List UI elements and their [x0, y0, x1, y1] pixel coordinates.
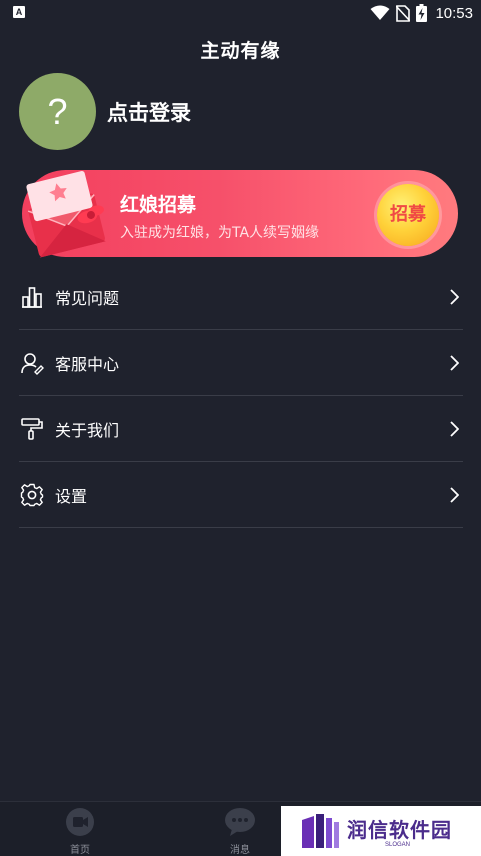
battery-charging-icon [416, 4, 428, 22]
login-link[interactable]: 点击登录 [107, 97, 191, 127]
nav-label: 首页 [70, 845, 90, 856]
menu-label: 常见问题 [55, 288, 120, 308]
matchmaker-recruit-banner[interactable]: 红娘招募 入驻成为红娘，为TA人续写姻缘 招募 [22, 170, 458, 258]
watermark: 润信软件园 SLOGAN [281, 806, 481, 856]
avatar[interactable]: ? [19, 73, 96, 150]
bar-chart-icon [22, 286, 42, 308]
nav-tab-home[interactable]: 首页 [50, 807, 110, 856]
chat-icon [225, 808, 255, 836]
app-notification-icon: A [13, 6, 25, 18]
menu-label: 客服中心 [55, 354, 120, 374]
chevron-right-icon [450, 354, 459, 371]
watermark-slogan: SLOGAN [385, 842, 411, 848]
chevron-right-icon [450, 486, 459, 503]
page-title: 主动有缘 [200, 40, 281, 62]
banner-title: 红娘招募 [120, 194, 197, 216]
watermark-text: 润信软件园 [347, 818, 452, 842]
wifi-icon [370, 5, 390, 20]
menu-item-faq[interactable]: 常见问题 [19, 264, 463, 330]
clock: 10:53 [435, 4, 473, 22]
menu-label: 设置 [55, 486, 88, 506]
nav-tab-messages[interactable]: 消息 [210, 807, 270, 856]
banner-subtitle: 入驻成为红娘，为TA人续写姻缘 [120, 225, 320, 241]
chevron-right-icon [450, 420, 459, 437]
status-bar: A 10:53 [0, 0, 481, 28]
menu-item-about-us[interactable]: 关于我们 [19, 396, 463, 462]
user-service-icon [21, 352, 44, 375]
video-icon [66, 808, 94, 836]
menu-item-settings[interactable]: 设置 [19, 462, 463, 528]
gift-envelope-icon [26, 170, 106, 258]
no-sim-icon [396, 4, 411, 22]
nav-label: 消息 [230, 845, 250, 856]
settings-menu: 常见问题 客服中心 关于我们 设置 [19, 264, 463, 528]
logo-icon [302, 814, 339, 848]
menu-label: 关于我们 [55, 420, 120, 440]
status-icons: 10:53 [370, 3, 473, 23]
chevron-right-icon [450, 288, 459, 305]
paint-roller-icon [21, 417, 43, 440]
gear-icon [20, 483, 44, 506]
menu-item-customer-service[interactable]: 客服中心 [19, 330, 463, 396]
recruit-badge-button[interactable]: 招募 [377, 184, 439, 246]
